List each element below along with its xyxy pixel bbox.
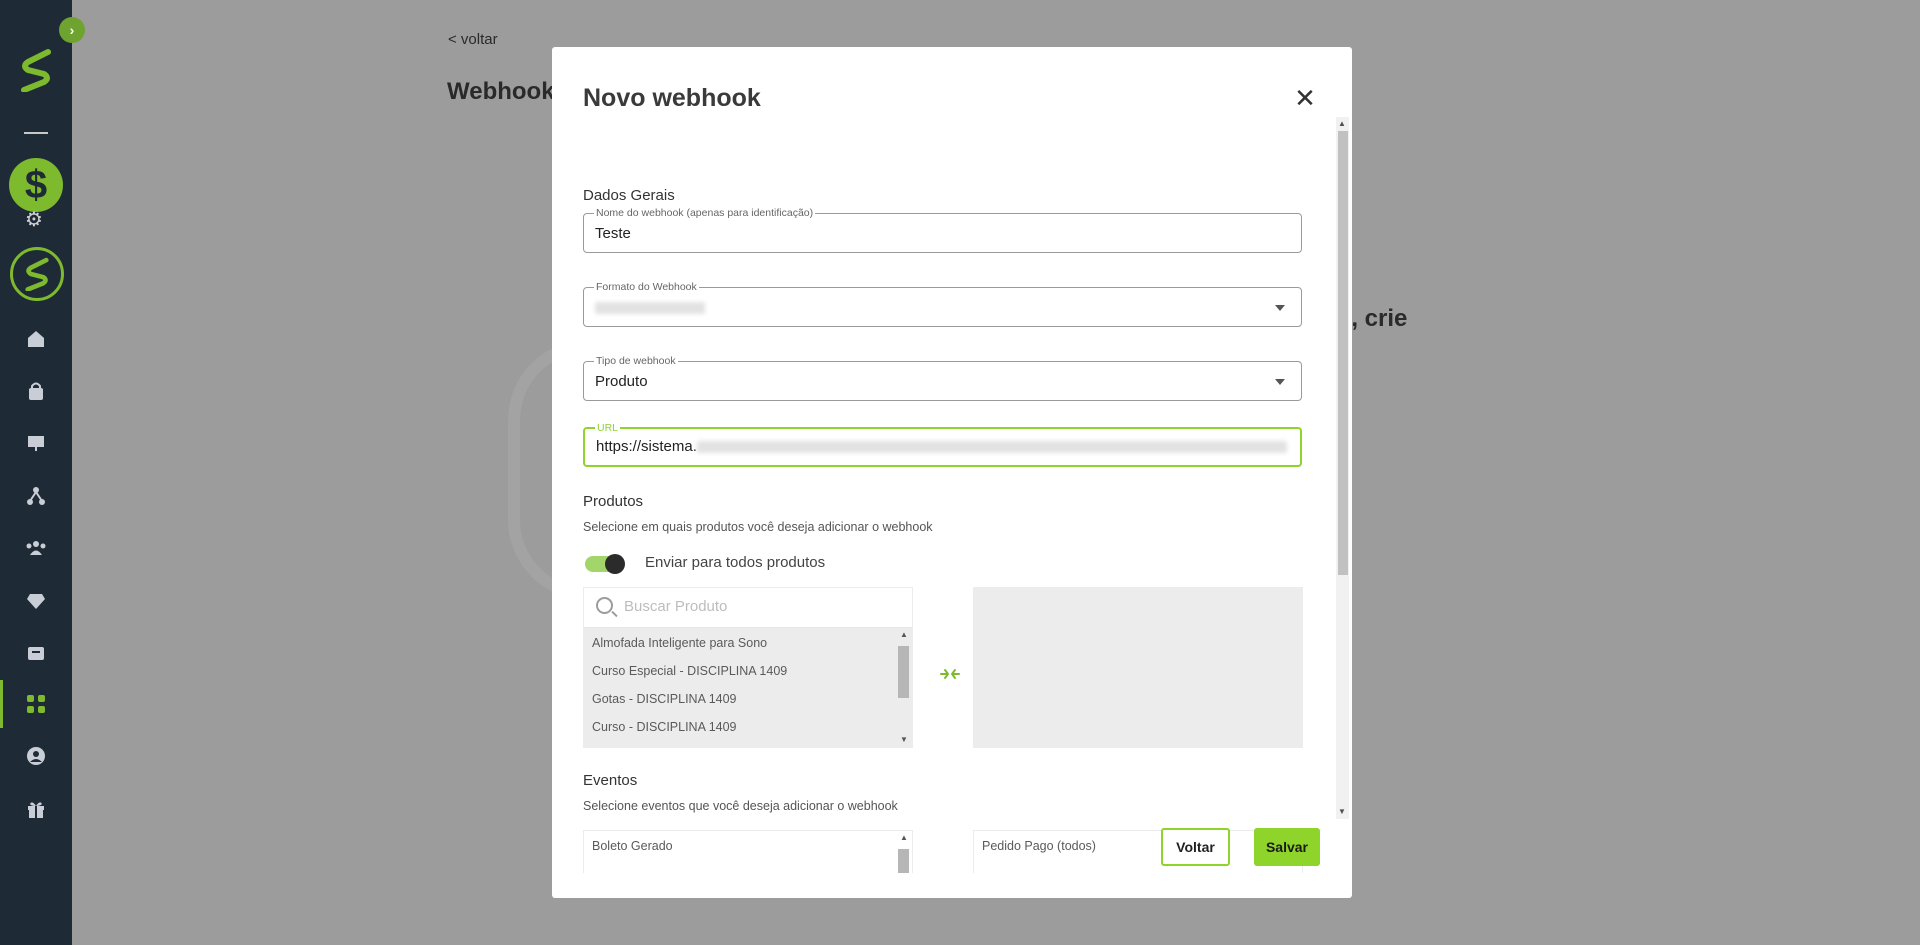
list-item[interactable]: Almofada Inteligente para Sono bbox=[592, 636, 767, 650]
users-icon[interactable] bbox=[22, 534, 50, 562]
list-item[interactable]: Gotas - DISCIPLINA 1409 bbox=[592, 692, 737, 706]
box-icon[interactable] bbox=[22, 639, 50, 667]
all-products-toggle[interactable] bbox=[585, 554, 625, 574]
webhook-format-value bbox=[595, 299, 705, 316]
diamond-icon[interactable] bbox=[22, 587, 50, 615]
url-label: URL bbox=[595, 421, 621, 435]
product-source-list: Almofada Inteligente para Sono Curso Esp… bbox=[583, 587, 913, 748]
scrollbar-thumb[interactable] bbox=[898, 849, 909, 873]
scrollbar-thumb[interactable] bbox=[898, 646, 909, 698]
back-link[interactable]: < voltar bbox=[448, 31, 498, 48]
modal-body: Dados Gerais Nome do webhook (apenas par… bbox=[552, 113, 1352, 873]
close-icon[interactable]: ✕ bbox=[1290, 83, 1320, 113]
product-search-input[interactable] bbox=[624, 598, 894, 615]
list-item[interactable]: Curso Especial - DISCIPLINA 1409 bbox=[592, 664, 787, 678]
list-item[interactable]: Curso - DISCIPLINA 1409 bbox=[592, 720, 737, 734]
network-icon[interactable] bbox=[22, 482, 50, 510]
redacted-url bbox=[696, 441, 1287, 454]
presentation-icon[interactable] bbox=[22, 429, 50, 457]
general-section-title: Dados Gerais bbox=[583, 187, 675, 204]
page-title: Webhook bbox=[447, 78, 555, 105]
webhook-type-label: Tipo de webhook bbox=[594, 354, 678, 368]
toggle-knob bbox=[605, 554, 625, 574]
sidebar-divider bbox=[24, 132, 48, 134]
list-item[interactable]: Pedido Pago (todos) bbox=[982, 839, 1096, 853]
products-section-title: Produtos bbox=[583, 493, 644, 510]
sidebar-toggle-button[interactable]: › bbox=[59, 17, 85, 43]
chevron-down-icon bbox=[1275, 305, 1285, 311]
url-field[interactable]: URL https://sistema. bbox=[583, 421, 1302, 467]
logo-icon[interactable] bbox=[18, 48, 54, 93]
chevron-down-icon bbox=[1275, 379, 1285, 385]
webhook-format-select[interactable]: Formato do Webhook bbox=[583, 280, 1302, 327]
back-button[interactable]: Voltar bbox=[1161, 828, 1230, 866]
webhook-name-value: Teste bbox=[595, 225, 631, 242]
progress-ring-icon[interactable] bbox=[10, 247, 64, 301]
product-list-scrollbar[interactable]: ▲ ▼ bbox=[896, 630, 910, 746]
event-source-list: Boleto Gerado ▲ bbox=[583, 830, 913, 873]
redacted-value bbox=[595, 302, 705, 315]
user-circle-icon[interactable] bbox=[22, 742, 50, 770]
products-subtitle: Selecione em quais produtos você deseja … bbox=[583, 520, 933, 534]
scroll-up-icon[interactable]: ▲ bbox=[900, 833, 908, 842]
webhook-type-select[interactable]: Tipo de webhook Produto bbox=[583, 354, 1302, 401]
event-list-scrollbar[interactable]: ▲ bbox=[896, 833, 910, 873]
product-target-list bbox=[973, 587, 1303, 748]
events-subtitle: Selecione eventos que você deseja adicio… bbox=[583, 799, 898, 813]
all-products-label: Enviar para todos produtos bbox=[645, 554, 826, 571]
url-value: https://sistema. bbox=[596, 438, 1287, 455]
scroll-down-icon[interactable]: ▼ bbox=[900, 735, 908, 744]
home-icon[interactable] bbox=[22, 325, 50, 353]
webhook-name-field[interactable]: Nome do webhook (apenas para identificaç… bbox=[583, 206, 1302, 253]
webhook-name-label: Nome do webhook (apenas para identificaç… bbox=[594, 206, 816, 220]
webhook-type-value: Produto bbox=[595, 373, 648, 390]
sidebar: $ ⚙ bbox=[0, 0, 72, 945]
scroll-up-icon[interactable]: ▲ bbox=[900, 630, 908, 639]
bag-icon[interactable] bbox=[22, 377, 50, 405]
dollar-icon[interactable]: $ bbox=[9, 158, 63, 212]
product-search-row bbox=[584, 588, 912, 628]
gear-icon[interactable]: ⚙ bbox=[25, 207, 43, 232]
modal-title: Novo webhook bbox=[583, 84, 761, 112]
list-item[interactable]: Boleto Gerado bbox=[592, 839, 673, 853]
gift-icon[interactable] bbox=[22, 795, 50, 823]
webhook-format-label: Formato do Webhook bbox=[594, 280, 699, 294]
apps-icon[interactable] bbox=[22, 690, 50, 718]
search-icon bbox=[596, 597, 613, 614]
new-webhook-modal: Novo webhook ✕ ▲ ▼ Dados Gerais Nome do … bbox=[552, 47, 1352, 898]
sidebar-active-indicator bbox=[0, 680, 3, 728]
events-section-title: Eventos bbox=[583, 772, 638, 789]
save-button[interactable]: Salvar bbox=[1254, 828, 1320, 866]
transfer-arrows-icon[interactable] bbox=[938, 662, 962, 692]
